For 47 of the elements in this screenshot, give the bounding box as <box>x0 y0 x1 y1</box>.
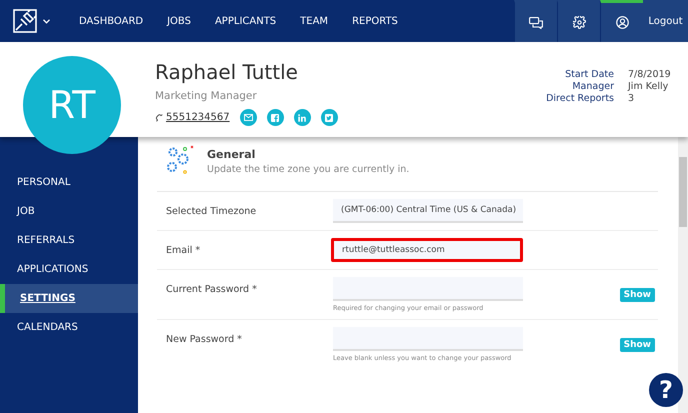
mail-icon <box>244 114 253 121</box>
toolbar-button[interactable] <box>514 0 557 42</box>
phone-icon <box>155 113 163 122</box>
settings-icon[interactable] <box>572 16 586 29</box>
nav-link[interactable]: JOBS <box>167 16 191 26</box>
nav-link[interactable]: REPORTS <box>352 16 398 26</box>
section-title: General <box>207 148 256 160</box>
detail-value: Jim Kelly <box>628 81 670 92</box>
person-name: Raphael Tuttle <box>155 59 299 85</box>
twitter-icon <box>325 114 334 122</box>
field-label: Selected Timezone <box>166 205 258 217</box>
detail-label: Direct Reports <box>546 93 614 104</box>
field-label: Current Password * <box>166 283 258 295</box>
detail-value: 7/8/2019 <box>628 69 672 80</box>
timezone-dropdown[interactable]: (GMT-06:00) Central Time (US & Canada) <box>333 199 523 223</box>
logo-icon[interactable] <box>13 9 37 33</box>
detail-label: Manager <box>571 81 614 92</box>
help-button[interactable]: ? <box>649 373 683 407</box>
nav-link[interactable]: TEAM <box>300 16 328 26</box>
toolbar-button[interactable] <box>600 0 643 42</box>
sidebar-item[interactable]: PERSONAL <box>0 168 138 197</box>
facebook-icon <box>271 114 280 122</box>
field-label: Email * <box>166 244 202 256</box>
scrollbar[interactable] <box>678 137 688 413</box>
detail-label: Start Date <box>564 69 614 80</box>
caret-icon[interactable] <box>43 18 50 24</box>
job-title: Marketing Manager <box>155 90 258 102</box>
section-subtitle: Update the time zone you are currently in. <box>207 164 410 174</box>
sidebar-item[interactable]: APPLICATIONS <box>0 255 138 284</box>
email-field[interactable]: rtuttle@tuttleassoc.com <box>331 238 523 262</box>
nav-link[interactable]: APPLICANTS <box>214 16 276 26</box>
sidebar-item[interactable]: CALENDARS <box>0 313 138 342</box>
field-label: New Password * <box>166 333 243 345</box>
password-field[interactable] <box>333 327 523 351</box>
phone-link[interactable]: 5551234567 <box>166 112 230 123</box>
detail-value: 3 <box>628 93 636 104</box>
sidebar-item[interactable]: JOB <box>0 197 138 226</box>
toolbar-button[interactable] <box>557 0 600 42</box>
chat-icon[interactable] <box>529 16 543 28</box>
sidebar-item[interactable]: SETTINGS <box>0 284 138 313</box>
password-field[interactable] <box>333 277 523 301</box>
sidebar-item[interactable]: REFERRALS <box>0 226 138 255</box>
nav-link[interactable]: DASHBOARD <box>79 16 144 26</box>
linkedin-icon <box>298 114 306 122</box>
logout-button[interactable]: Logout <box>643 0 688 42</box>
user-icon[interactable] <box>616 16 628 29</box>
scrollbar-thumb[interactable] <box>679 157 687 227</box>
